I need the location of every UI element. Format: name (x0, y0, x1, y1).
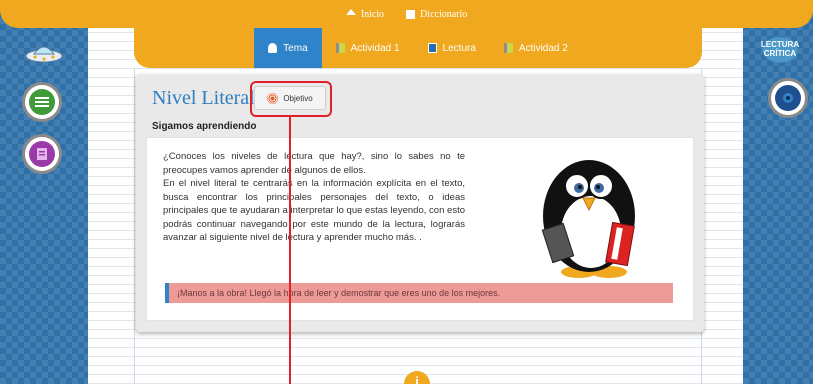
home-label: Inicio (360, 8, 385, 20)
tab-label: Actividad 2 (518, 42, 568, 54)
audio-circle-button[interactable] (768, 78, 808, 118)
speaker-icon (775, 85, 801, 111)
body-text: ¿Conoces los niveles de lectura que hay?… (163, 150, 465, 245)
menu-circle-button[interactable] (22, 82, 62, 122)
home-icon (345, 9, 356, 15)
tab-lectura[interactable]: Lectura (414, 28, 490, 68)
notes-circle-button[interactable] (22, 134, 62, 174)
tab-tema[interactable]: Tema (254, 28, 322, 68)
tab-bar: Tema Actividad 1 Lectura Actividad 2 (134, 28, 702, 68)
top-nav: Inicio Diccionario (0, 0, 813, 28)
activity-icon (503, 43, 513, 53)
penguin-illustration (517, 144, 647, 289)
logo-line-1: LECTURA (760, 40, 800, 49)
book-icon (427, 43, 437, 53)
body-paragraph: En el nivel literal te centrarás en la i… (163, 178, 465, 243)
person-icon (268, 43, 278, 53)
reading-card: ¿Conoces los niveles de lectura que hay?… (146, 137, 694, 321)
dictionary-label: Diccionario (420, 8, 468, 20)
dictionary-link[interactable]: Diccionario (406, 9, 467, 20)
annotation-line (289, 117, 291, 384)
tab-actividad-2[interactable]: Actividad 2 (490, 28, 582, 68)
home-link[interactable]: Inicio (345, 8, 385, 20)
content-panel: Nivel Literal Objetivo Sigamos aprendien… (136, 74, 704, 332)
activity-icon (335, 43, 345, 53)
notebook-icon (29, 141, 55, 167)
dictionary-icon (406, 9, 416, 19)
page-title: Nivel Literal (152, 87, 255, 109)
list-icon (29, 89, 55, 115)
tab-label: Lectura (442, 42, 476, 54)
tab-label: Actividad 1 (350, 42, 400, 54)
logo-line-2: CRÍTICA (763, 49, 797, 58)
lectura-critica-logo: LECTURA CRÍTICA (753, 30, 807, 66)
annotation-highlight-box (250, 81, 332, 117)
section-subheading: Sigamos aprendiendo (152, 121, 257, 132)
tab-actividad-1[interactable]: Actividad 1 (322, 28, 414, 68)
ufo-logo-icon[interactable] (24, 38, 64, 71)
tab-label: Tema (283, 42, 308, 54)
callout-banner: ¡Manos a la obra! Llegó la hora de leer … (165, 283, 673, 303)
body-paragraph: ¿Conoces los niveles de lectura que hay?… (163, 151, 465, 176)
